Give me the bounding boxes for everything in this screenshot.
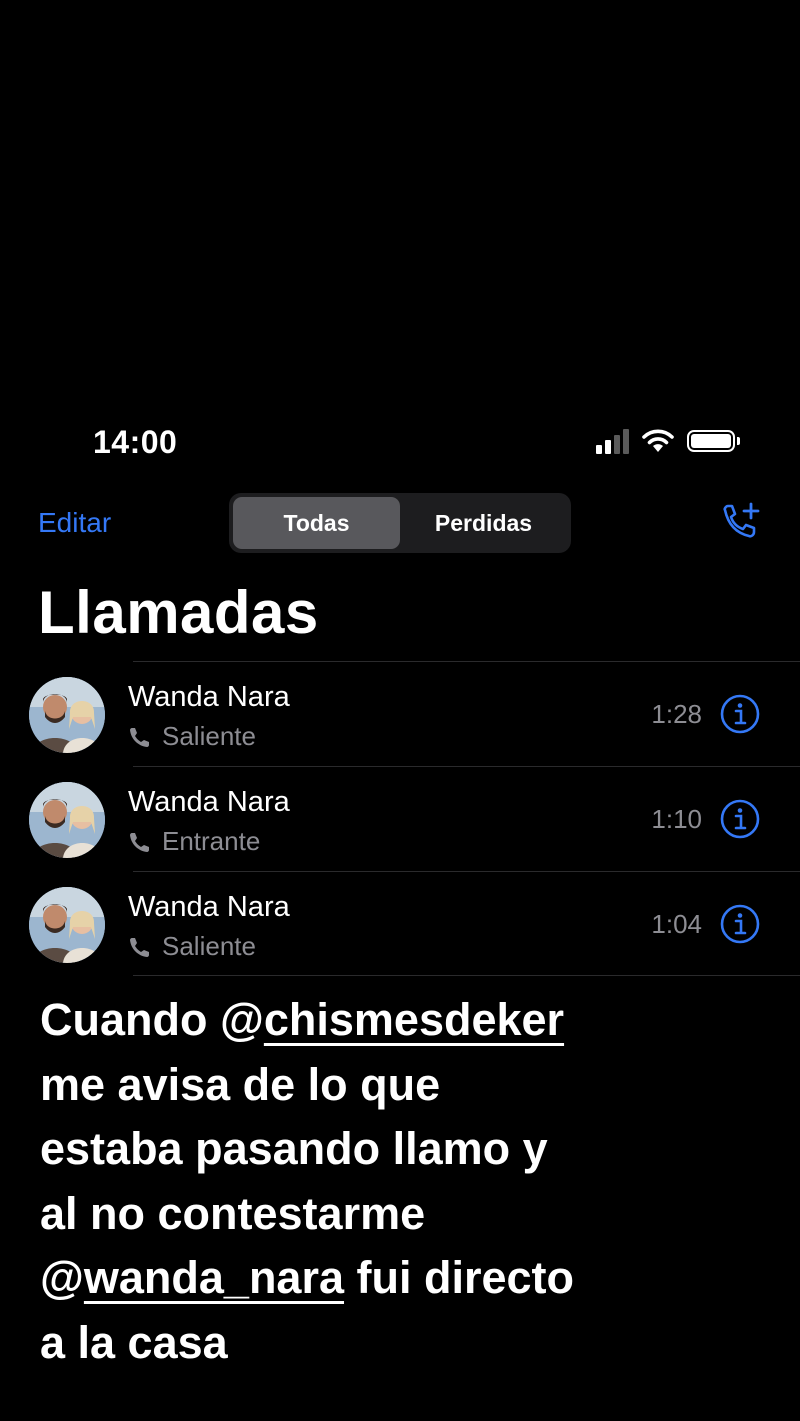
mention-wanda-nara[interactable]: wanda_nara	[84, 1252, 344, 1303]
call-duration: 1:28	[651, 699, 702, 729]
call-duration: 1:04	[651, 909, 702, 939]
call-type-label: Saliente	[162, 931, 256, 961]
status-time: 14:00	[93, 424, 178, 460]
avatar	[29, 887, 105, 963]
call-row[interactable]: Wanda Nara Saliente 1:28	[0, 661, 800, 766]
call-type: Entrante	[128, 826, 260, 857]
call-type: Saliente	[128, 721, 256, 752]
info-icon[interactable]	[720, 904, 760, 944]
status-icons	[596, 428, 740, 454]
call-row[interactable]: Wanda Nara Entrante 1:10	[0, 766, 800, 871]
phone-plus-icon[interactable]	[718, 502, 762, 546]
segment-perdidas[interactable]: Perdidas	[400, 497, 567, 549]
avatar	[29, 677, 105, 753]
segment-todas[interactable]: Todas	[233, 497, 400, 549]
edit-button[interactable]: Editar	[38, 507, 111, 539]
row-divider	[133, 661, 800, 662]
phone-icon	[130, 832, 149, 852]
caption-line: Cuando @chismesdeker	[40, 988, 660, 1053]
contact-name: Wanda Nara	[128, 891, 290, 923]
contact-name: Wanda Nara	[128, 681, 290, 713]
caption-line: estaba pasando llamo y	[40, 1123, 548, 1174]
wifi-icon	[642, 429, 674, 452]
caption-line: me avisa de lo que	[40, 1058, 441, 1110]
caption-text: fui directo	[344, 1252, 575, 1303]
row-divider	[133, 871, 800, 872]
row-divider	[133, 766, 800, 767]
call-type: Saliente	[128, 931, 256, 962]
call-type-label: Entrante	[162, 826, 261, 856]
call-duration: 1:10	[651, 804, 702, 834]
call-row[interactable]: Wanda Nara Saliente 1:04	[0, 871, 800, 976]
contact-name: Wanda Nara	[128, 786, 290, 818]
call-list: Wanda Nara Saliente 1:28 Wanda Nara Entr…	[0, 661, 800, 976]
mention-chismesdeker[interactable]: chismesdeker	[264, 994, 564, 1045]
signal-bars-icon	[596, 428, 629, 454]
caption-line: al no contestarme	[40, 1187, 426, 1239]
phone-icon	[130, 727, 149, 747]
call-type-label: Saliente	[162, 721, 256, 751]
story-caption: Cuando @chismesdeker me avisa de lo que …	[40, 988, 660, 1375]
avatar	[29, 782, 105, 858]
row-divider	[133, 975, 800, 976]
phone-icon	[130, 937, 149, 957]
caption-text: @	[40, 1252, 84, 1303]
info-icon[interactable]	[720, 694, 760, 734]
battery-icon	[687, 430, 740, 452]
call-filter-segmented-control: Todas Perdidas	[229, 493, 571, 553]
caption-line: @wanda_nara fui directo	[40, 1246, 660, 1311]
caption-line: a la casa	[40, 1316, 228, 1368]
info-icon[interactable]	[720, 799, 760, 839]
caption-text: Cuando @	[40, 994, 264, 1045]
page-title: Llamadas	[38, 579, 319, 646]
